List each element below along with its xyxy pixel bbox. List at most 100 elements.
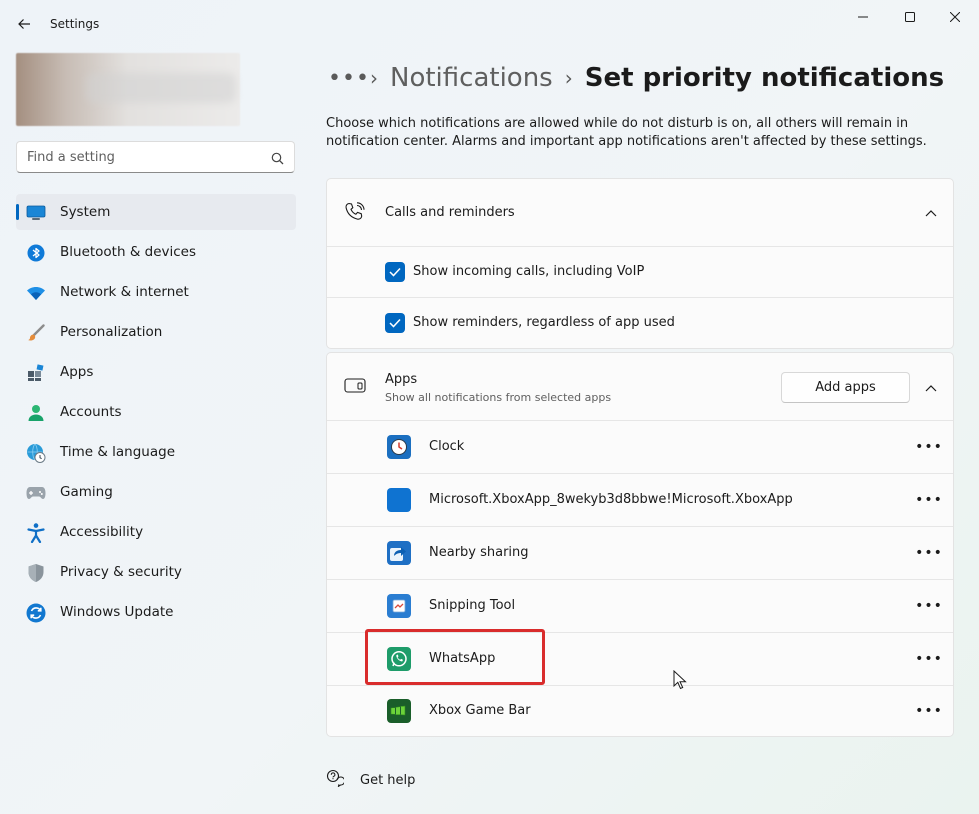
search-icon[interactable] xyxy=(271,150,284,169)
add-apps-button[interactable]: Add apps xyxy=(781,372,910,403)
back-button[interactable] xyxy=(12,12,36,36)
app-row-nearby-sharing: Nearby sharing ••• xyxy=(327,527,953,580)
apps-section-subtitle: Show all notifications from selected app… xyxy=(385,391,612,404)
nearby-sharing-icon xyxy=(387,541,411,565)
sidebar-item-bluetooth[interactable]: Bluetooth & devices xyxy=(16,234,296,270)
app-title: Settings xyxy=(50,17,100,31)
breadcrumb: ••• › Notifications › Set priority notif… xyxy=(328,58,944,98)
sidebar-item-privacy[interactable]: Privacy & security xyxy=(16,554,296,590)
sidebar-item-label: Accessibility xyxy=(60,524,144,540)
get-help-link[interactable]: Get help xyxy=(326,769,416,791)
title-bar: Settings xyxy=(0,0,979,48)
apps-icon xyxy=(26,363,46,383)
app-name: Nearby sharing xyxy=(429,545,529,560)
system-icon xyxy=(26,203,46,223)
breadcrumb-overflow-button[interactable]: ••• xyxy=(328,66,369,91)
reminders-checkbox[interactable] xyxy=(385,313,405,333)
reminders-label: Show reminders, regardless of app used xyxy=(413,315,675,330)
highlight-box xyxy=(365,629,545,685)
globe-clock-icon xyxy=(26,443,46,463)
breadcrumb-separator: › xyxy=(370,66,378,90)
apps-section-header[interactable]: Apps Show all notifications from selecte… xyxy=(327,353,953,421)
sidebar-item-label: Windows Update xyxy=(60,604,174,620)
sidebar-item-label: Bluetooth & devices xyxy=(60,244,197,260)
reminders-option-row: Show reminders, regardless of app used xyxy=(327,298,953,348)
apps-section-title: Apps xyxy=(385,372,418,387)
more-options-button[interactable]: ••• xyxy=(915,596,942,616)
more-options-button[interactable]: ••• xyxy=(915,490,942,510)
app-row-xbox-game-bar: Xbox Game Bar ••• xyxy=(327,686,953,736)
sidebar-item-apps[interactable]: Apps xyxy=(16,354,296,390)
search-box[interactable] xyxy=(16,141,295,173)
calls-section-header[interactable]: Calls and reminders xyxy=(327,179,953,247)
sidebar-item-label: Gaming xyxy=(60,484,113,500)
clock-app-icon xyxy=(387,435,411,459)
app-row-clock: Clock ••• xyxy=(327,421,953,474)
gamepad-icon xyxy=(26,483,46,503)
more-options-button[interactable]: ••• xyxy=(915,649,942,669)
xbox-game-bar-icon xyxy=(387,699,411,723)
blue-tile-icon xyxy=(387,488,411,512)
sidebar-item-accounts[interactable]: Accounts xyxy=(16,394,296,430)
person-icon xyxy=(26,403,46,423)
search-input[interactable] xyxy=(17,142,257,172)
chevron-up-icon[interactable] xyxy=(923,205,939,221)
more-options-button[interactable]: ••• xyxy=(915,701,942,721)
page-title: Set priority notifications xyxy=(584,63,945,93)
minimize-button[interactable] xyxy=(843,6,883,28)
more-options-button[interactable]: ••• xyxy=(915,543,942,563)
help-chat-icon xyxy=(326,769,346,791)
app-name: Microsoft.XboxApp_8wekyb3d8bbwe!Microsof… xyxy=(429,492,793,507)
incoming-calls-label: Show incoming calls, including VoIP xyxy=(413,264,645,279)
incoming-calls-checkbox[interactable] xyxy=(385,262,405,282)
bluetooth-icon xyxy=(26,243,46,263)
sidebar-item-label: Personalization xyxy=(60,324,163,340)
sidebar-item-windows-update[interactable]: Windows Update xyxy=(16,594,296,630)
close-icon xyxy=(950,12,960,22)
sidebar-item-label: Network & internet xyxy=(60,284,189,300)
calls-option-row: Show incoming calls, including VoIP xyxy=(327,247,953,298)
sidebar-item-label: Privacy & security xyxy=(60,564,182,580)
accessibility-icon xyxy=(26,523,46,543)
user-profile-avatar[interactable] xyxy=(16,53,240,126)
sidebar-nav: System Bluetooth & devices Network & int… xyxy=(16,194,296,634)
app-name: Xbox Game Bar xyxy=(429,703,531,718)
calls-section-title: Calls and reminders xyxy=(385,205,515,220)
sidebar-item-network[interactable]: Network & internet xyxy=(16,274,296,310)
minimize-icon xyxy=(858,16,868,18)
maximize-button[interactable] xyxy=(890,6,930,28)
app-name: Clock xyxy=(429,439,465,454)
sidebar-item-label: Time & language xyxy=(60,444,176,460)
get-help-label: Get help xyxy=(360,772,416,788)
shield-icon xyxy=(26,563,46,583)
app-row-snipping-tool: Snipping Tool ••• xyxy=(327,580,953,633)
sidebar-item-gaming[interactable]: Gaming xyxy=(16,474,296,510)
mouse-cursor-icon xyxy=(673,670,687,690)
snipping-tool-icon xyxy=(387,594,411,618)
sidebar-item-label: Apps xyxy=(60,364,94,380)
more-options-button[interactable]: ••• xyxy=(915,437,942,457)
update-icon xyxy=(26,603,46,623)
sidebar-item-system[interactable]: System xyxy=(16,194,296,230)
phone-ringing-icon xyxy=(344,201,366,223)
checkmark-icon xyxy=(389,267,401,277)
page-description: Choose which notifications are allowed w… xyxy=(326,116,927,149)
brush-icon xyxy=(26,323,46,343)
app-row-xboxapp: Microsoft.XboxApp_8wekyb3d8bbwe!Microsof… xyxy=(327,474,953,527)
checkmark-icon xyxy=(389,318,401,328)
maximize-icon xyxy=(905,12,915,22)
chevron-up-icon[interactable] xyxy=(923,380,939,396)
sidebar-item-label: Accounts xyxy=(60,404,122,420)
breadcrumb-parent-link[interactable]: Notifications xyxy=(390,63,553,93)
calls-reminders-section: Calls and reminders Show incoming calls,… xyxy=(326,178,954,349)
sidebar-item-time-language[interactable]: Time & language xyxy=(16,434,296,470)
sidebar-item-label: System xyxy=(60,204,111,220)
sidebar-item-accessibility[interactable]: Accessibility xyxy=(16,514,296,550)
app-name: Snipping Tool xyxy=(429,598,516,613)
breadcrumb-separator: › xyxy=(564,66,573,90)
app-window-icon xyxy=(344,378,366,394)
sidebar-item-personalization[interactable]: Personalization xyxy=(16,314,296,350)
arrow-left-icon xyxy=(18,19,30,29)
close-button[interactable] xyxy=(935,6,975,28)
wifi-icon xyxy=(26,283,46,303)
